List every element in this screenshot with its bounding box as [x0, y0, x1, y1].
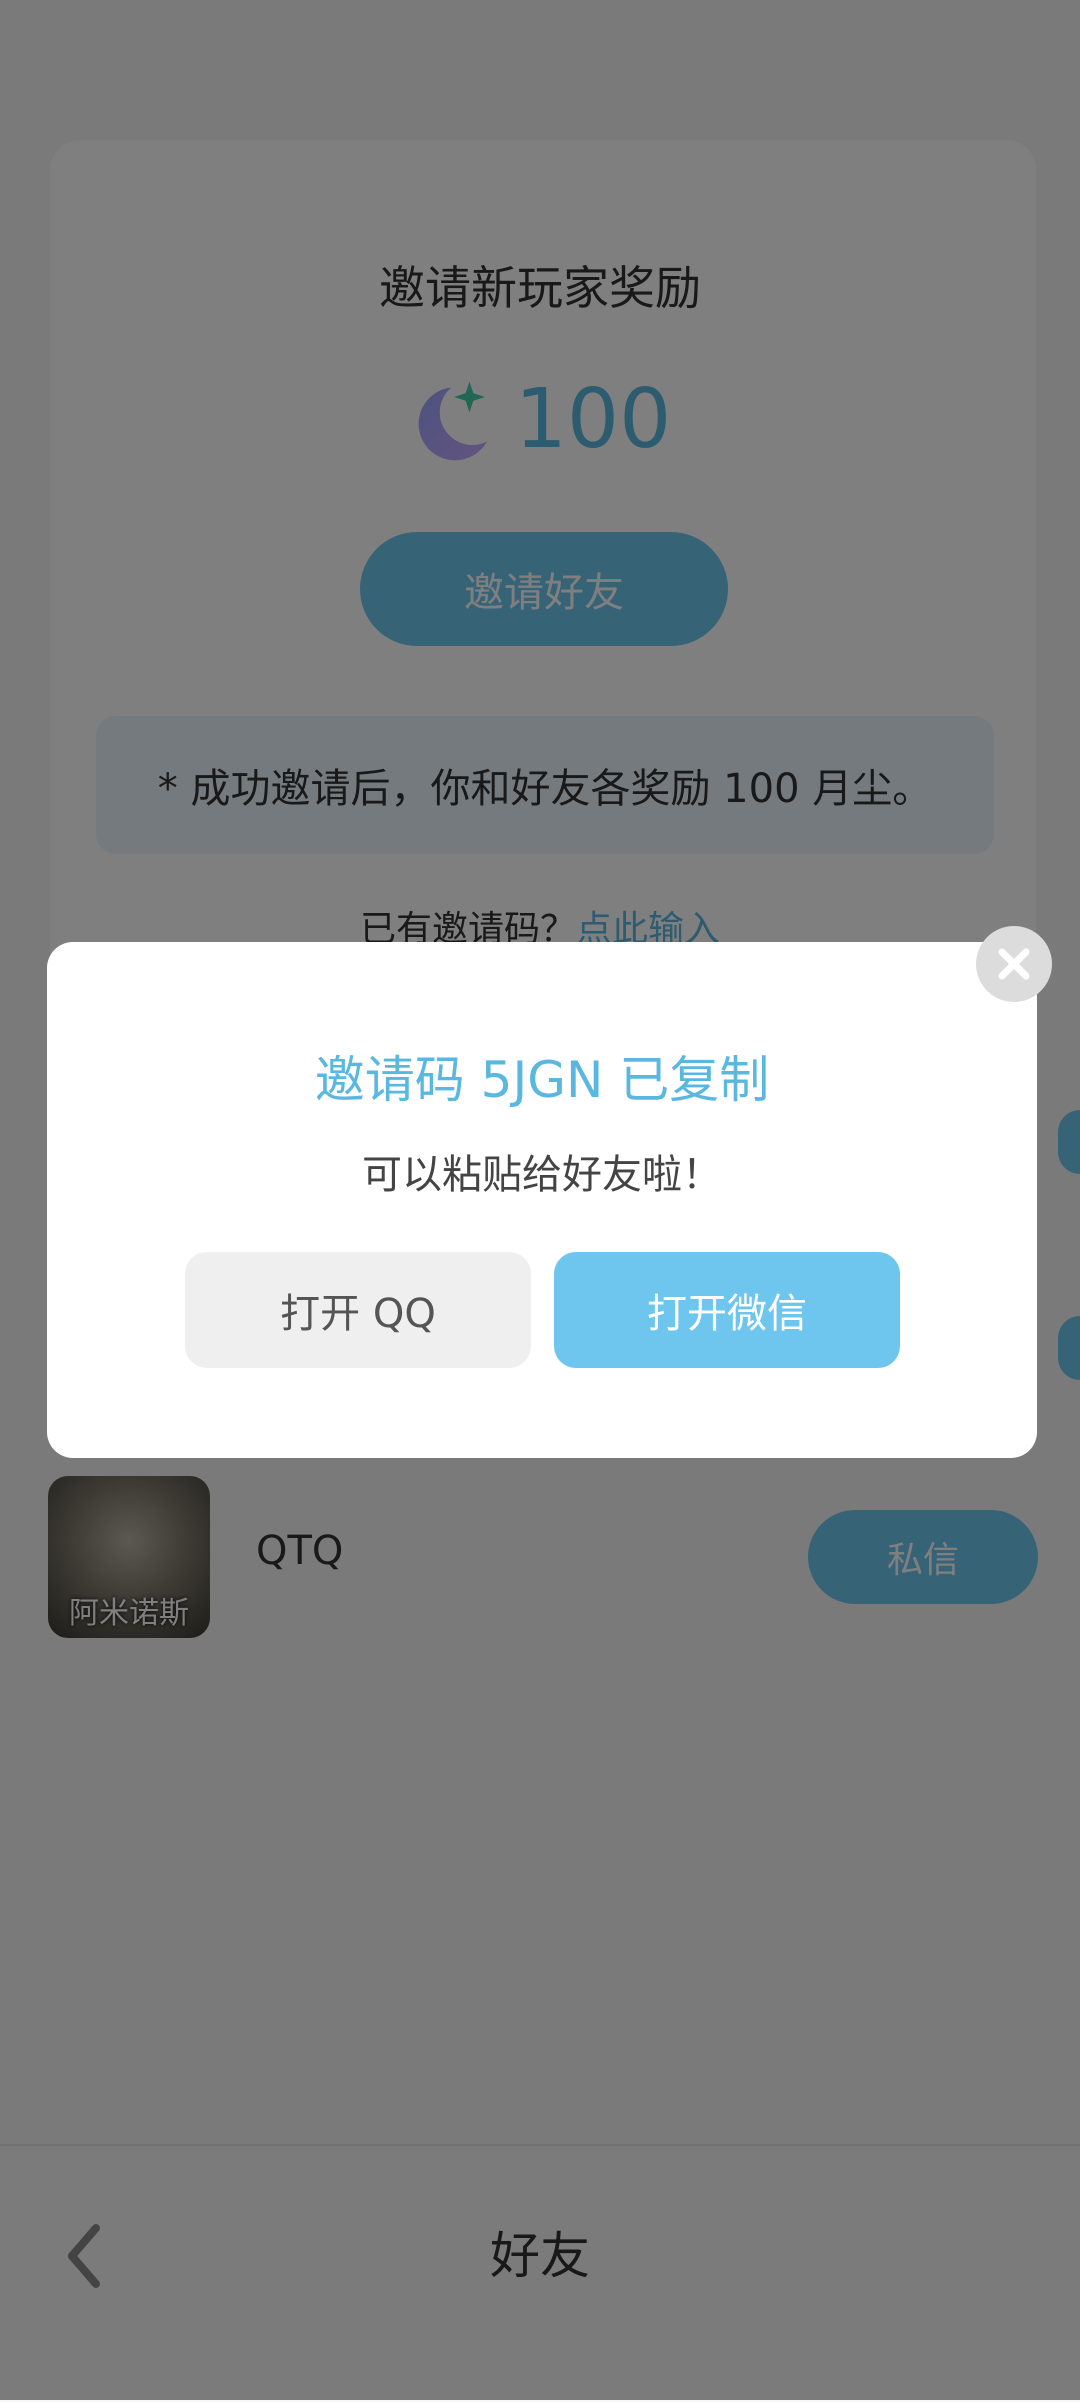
close-icon [998, 948, 1030, 980]
open-wechat-button[interactable]: 打开微信 [554, 1252, 900, 1368]
dialog-title: 邀请码 5JGN 已复制 [314, 1051, 770, 1109]
open-qq-button[interactable]: 打开 QQ [185, 1252, 531, 1368]
dialog-subtitle: 可以粘贴给好友啦！ [362, 1152, 722, 1198]
close-button[interactable] [976, 926, 1052, 1002]
invite-code-copied-dialog: 邀请码 5JGN 已复制 可以粘贴给好友啦！ 打开 QQ 打开微信 [47, 942, 1037, 1458]
